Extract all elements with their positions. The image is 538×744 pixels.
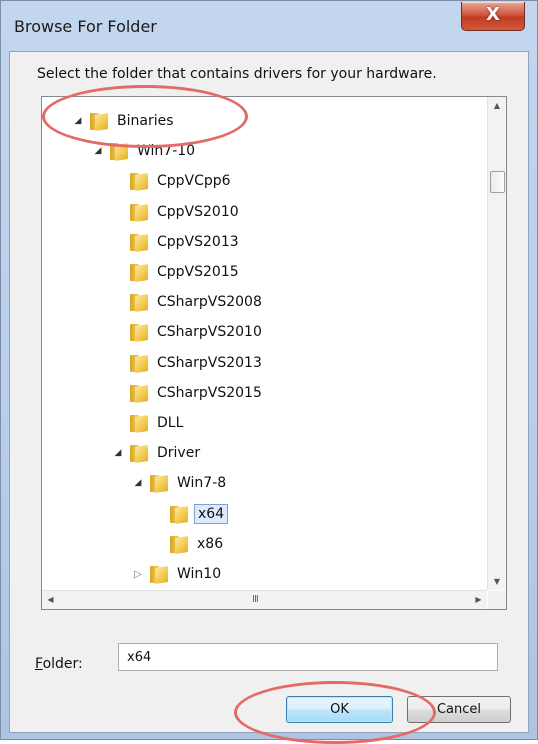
tree-item[interactable]: CppVCpp6 (112, 168, 231, 194)
tree-item-label: Win7-10 (137, 143, 196, 159)
cancel-button[interactable]: Cancel (407, 696, 511, 723)
folder-icon (170, 505, 188, 524)
folder-icon (150, 565, 168, 584)
tree-item[interactable]: CSharpVS2013 (112, 350, 262, 376)
close-icon: X (486, 4, 500, 25)
window-title: Browse For Folder (14, 17, 157, 36)
tree-item[interactable]: ▷ Win10 (132, 561, 221, 587)
browse-for-folder-dialog: Browse For Folder X Select the folder th… (0, 0, 538, 740)
folder-icon (130, 293, 148, 312)
tree-item[interactable]: ◢ Driver (112, 440, 200, 466)
scroll-down-icon[interactable]: ▼ (488, 573, 506, 590)
tree-item[interactable]: CppVS2013 (112, 229, 239, 255)
title-bar[interactable]: Browse For Folder X (1, 1, 537, 51)
folder-icon (130, 233, 148, 252)
scrollbar-corner (488, 591, 506, 609)
folder-label-accelerator: F (35, 656, 43, 672)
folder-icon (130, 384, 148, 403)
scroll-right-icon[interactable]: ▶ (470, 591, 487, 609)
close-button[interactable]: X (461, 2, 525, 31)
scroll-grip[interactable]: III (252, 591, 259, 609)
tree-item[interactable]: CSharpVS2015 (112, 380, 262, 406)
folder-tree[interactable]: ◢ Binaries ◢ Win7-10 CppVCpp6 CppVS2010 CppVS2… (41, 96, 507, 610)
expanded-arrow-icon[interactable]: ◢ (132, 478, 144, 488)
tree-item[interactable]: ◢ Win7-8 (132, 470, 226, 496)
tree-item[interactable]: ◢ Win7-10 (92, 138, 195, 164)
dialog-body: Select the folder that contains drivers … (9, 51, 529, 733)
tree-item-label: Driver (157, 445, 201, 461)
tree-item[interactable]: x64 (152, 501, 229, 527)
expanded-arrow-icon[interactable]: ◢ (92, 146, 104, 156)
folder-icon (170, 535, 188, 554)
folder-icon (90, 112, 108, 131)
tree-item-label: CppVCpp6 (157, 173, 231, 189)
folder-icon (130, 444, 148, 463)
tree-item[interactable]: ◢ Binaries (72, 108, 174, 134)
folder-icon (130, 203, 148, 222)
folder-label-rest: older: (42, 656, 83, 672)
tree-item[interactable]: DLL (112, 410, 183, 436)
tree-item-label: Win10 (177, 566, 222, 582)
tree-item-label: CSharpVS2013 (157, 355, 262, 371)
tree-item[interactable]: CppVS2010 (112, 199, 239, 225)
collapsed-arrow-icon[interactable]: ▷ (132, 569, 144, 580)
tree-item-label: CppVS2015 (157, 264, 239, 280)
expanded-arrow-icon[interactable]: ◢ (72, 116, 84, 126)
tree-item-label: Win7-8 (177, 475, 227, 491)
scroll-left-icon[interactable]: ◀ (42, 591, 59, 609)
tree-item-label: x64 (194, 504, 229, 524)
folder-tree-viewport: ◢ Binaries ◢ Win7-10 CppVCpp6 CppVS2010 CppVS2… (42, 97, 487, 590)
folder-icon (130, 323, 148, 342)
folder-icon (110, 142, 128, 161)
folder-input[interactable] (118, 643, 498, 671)
tree-item[interactable]: CSharpVS2008 (112, 289, 262, 315)
tree-item-label: Binaries (117, 113, 174, 129)
folder-icon (150, 474, 168, 493)
tree-item[interactable]: CSharpVS2010 (112, 319, 262, 345)
tree-item-label: CppVS2013 (157, 234, 239, 250)
folder-icon (130, 414, 148, 433)
ok-button[interactable]: OK (286, 696, 393, 723)
tree-item-label: DLL (157, 415, 184, 431)
tree-item-label: CppVS2010 (157, 204, 239, 220)
tree-item-label: CSharpVS2015 (157, 385, 262, 401)
tree-item[interactable]: x86 (152, 531, 223, 557)
instruction-text: Select the folder that contains drivers … (37, 66, 437, 82)
expanded-arrow-icon[interactable]: ◢ (112, 448, 124, 458)
folder-icon (130, 172, 148, 191)
folder-field-label: Folder: (35, 656, 83, 672)
tree-item[interactable]: CppVS2015 (112, 259, 239, 285)
tree-item-label: x86 (197, 536, 224, 552)
tree-item-label: CSharpVS2008 (157, 294, 262, 310)
scroll-thumb[interactable] (490, 171, 505, 193)
tree-item-label: CSharpVS2010 (157, 324, 262, 340)
folder-icon (130, 354, 148, 373)
scroll-up-icon[interactable]: ▲ (488, 97, 506, 114)
horizontal-scrollbar[interactable]: ◀ III ▶ (42, 590, 487, 609)
folder-icon (130, 263, 148, 282)
vertical-scrollbar[interactable]: ▲ ▼ (487, 97, 506, 590)
